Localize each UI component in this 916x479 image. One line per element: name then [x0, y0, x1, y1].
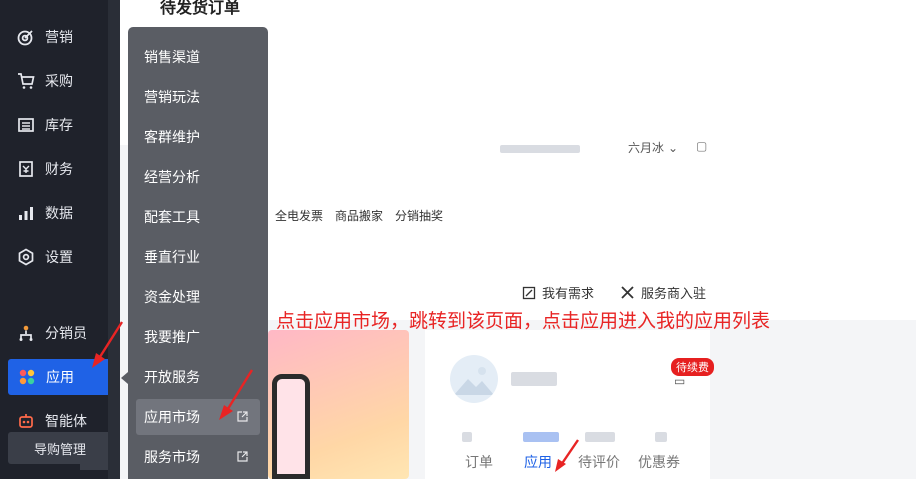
menu-item-label: 资金处理	[144, 289, 200, 305]
sidebar-item-label: 数据	[45, 205, 73, 221]
sidebar-item-label: 分销员	[45, 325, 87, 341]
external-link-icon	[237, 451, 248, 462]
redacted-account	[500, 145, 580, 153]
menu-item-vertical-industry[interactable]: 垂直行业	[136, 239, 260, 275]
my-need-label: 我有需求	[542, 286, 595, 301]
phone-mockup	[272, 374, 310, 479]
menu-item-label: 开放服务	[144, 369, 200, 385]
quick-link-lottery[interactable]: 分销抽奖	[395, 207, 443, 224]
menu-item-customer-care[interactable]: 客群维护	[136, 119, 260, 155]
target-icon	[17, 28, 35, 46]
month-label: 六月冰	[628, 141, 665, 155]
menu-item-label: 配套工具	[144, 209, 200, 225]
avatar	[450, 355, 498, 403]
secondary-sidebar-stub	[108, 0, 120, 479]
month-selector[interactable]: 六月冰 ⌄	[628, 139, 678, 156]
sidebar-item-finance[interactable]: 财务	[0, 151, 120, 187]
chevron-down-icon: ⌄	[668, 140, 679, 155]
my-need-link[interactable]: 我有需求	[522, 283, 594, 302]
sidebar-item-label: 库存	[45, 117, 73, 133]
annotation-text: 点击应用市场，跳转到该页面，点击应用进入我的应用列表	[276, 311, 771, 332]
annotation-arrow-app-market	[219, 369, 254, 420]
sidebar-item-data[interactable]: 数据	[0, 195, 120, 231]
menu-item-tools[interactable]: 配套工具	[136, 199, 260, 235]
warehouse-icon	[17, 116, 35, 134]
sidebar-item-label: 设置	[45, 249, 73, 265]
edit-icon	[522, 286, 536, 299]
menu-item-funds[interactable]: 资金处理	[136, 279, 260, 315]
sidebar: 营销 采购 库存 财务 数据 设置 分销员 应用 智能体 导购管理	[0, 0, 120, 479]
menu-item-service-market[interactable]: 服务市场	[136, 439, 260, 475]
message-icon[interactable]: ▢	[696, 139, 707, 153]
menu-item-label: 应用市场	[144, 409, 200, 425]
annotation-arrow-apps-stat	[555, 439, 579, 472]
chat-icon[interactable]: ▭	[674, 374, 685, 388]
guide-management-button[interactable]: 导购管理	[8, 432, 112, 464]
sidebar-item-label: 营销	[45, 29, 73, 45]
sidebar-item-label: 采购	[45, 73, 73, 89]
stat-coupons[interactable]: 优惠券	[638, 452, 680, 472]
menu-item-label: 我要推广	[144, 329, 200, 345]
sidebar-item-purchase[interactable]: 采购	[0, 63, 120, 99]
partner-join-label: 服务商入驻	[641, 286, 707, 301]
page-title: 待发货订单	[160, 0, 241, 17]
sidebar-item-label: 智能体	[45, 413, 87, 429]
menu-item-label: 经营分析	[144, 169, 200, 185]
redacted-review-count	[585, 432, 615, 442]
tools-icon	[621, 286, 634, 299]
redacted-coupon-count	[655, 432, 667, 442]
menu-item-label: 营销玩法	[144, 89, 200, 105]
menu-item-marketing-play[interactable]: 营销玩法	[136, 79, 260, 115]
finance-icon	[17, 160, 35, 178]
sidebar-item-settings[interactable]: 设置	[0, 239, 120, 275]
header-info-strip: 六月冰 ⌄ ▢	[268, 139, 916, 175]
stat-orders[interactable]: 订单	[465, 452, 493, 472]
sidebar-item-label: 财务	[45, 161, 73, 177]
quick-link-move-goods[interactable]: 商品搬家	[335, 207, 383, 224]
sidebar-item-marketing[interactable]: 营销	[0, 19, 120, 55]
action-links: 我有需求 服务商入驻	[522, 283, 706, 302]
robot-icon	[17, 412, 35, 430]
partner-join-link[interactable]: 服务商入驻	[620, 283, 706, 302]
quick-link-invoice[interactable]: 全电发票	[275, 207, 323, 224]
redacted-shop-name	[511, 372, 557, 386]
annotation-arrow-sidebar	[92, 321, 124, 368]
menu-item-sales-channel[interactable]: 销售渠道	[136, 39, 260, 75]
gear-icon	[17, 248, 35, 266]
menu-item-business-analysis[interactable]: 经营分析	[136, 159, 260, 195]
stat-pending-review[interactable]: 待评价	[578, 452, 620, 472]
menu-item-label: 销售渠道	[144, 49, 200, 65]
menu-item-label: 客群维护	[144, 129, 200, 145]
redacted-order-count	[462, 432, 472, 442]
sidebar-item-label: 应用	[46, 369, 74, 385]
distribution-icon	[17, 324, 35, 342]
menu-item-promote[interactable]: 我要推广	[136, 319, 260, 355]
dropdown-pointer	[121, 372, 128, 384]
sidebar-item-inventory[interactable]: 库存	[0, 107, 120, 143]
menu-item-label: 垂直行业	[144, 249, 200, 265]
bar-chart-icon	[17, 204, 35, 222]
cart-icon	[17, 72, 35, 90]
stat-apps[interactable]: 应用	[524, 452, 552, 472]
quick-links: 全电发票 商品搬家 分销抽奖	[275, 207, 443, 224]
menu-item-label: 服务市场	[144, 449, 200, 465]
apps-icon	[18, 368, 36, 386]
